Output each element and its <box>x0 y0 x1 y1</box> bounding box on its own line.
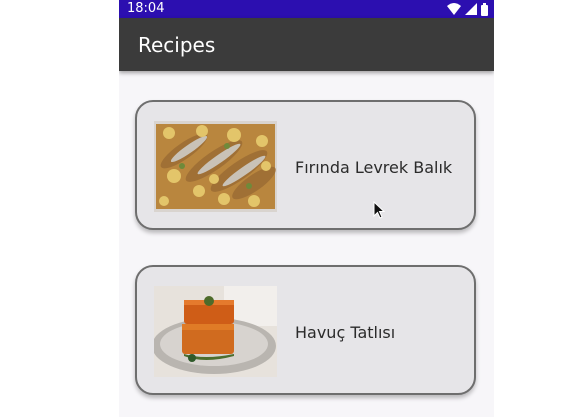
recipe-title: Havuç Tatlısı <box>295 323 396 342</box>
app-bar: Recipes <box>119 18 494 71</box>
recipe-card[interactable]: Fırında Levrek Balık <box>135 100 476 230</box>
status-bar: 18:04 <box>119 0 494 18</box>
app-title: Recipes <box>138 33 216 57</box>
recipe-image-baked-fish <box>154 121 277 212</box>
battery-icon <box>481 2 488 16</box>
signal-icon <box>465 3 477 15</box>
recipe-image-carrot-dessert <box>154 286 277 377</box>
recipe-card[interactable]: Havuç Tatlısı <box>135 265 476 395</box>
status-icons <box>447 2 488 16</box>
mouse-cursor-icon <box>373 201 385 219</box>
phone-screen: 18:04 Recipes Fırında Levrek Balık Havuç… <box>119 0 494 417</box>
status-time: 18:04 <box>127 1 165 16</box>
wifi-icon <box>447 3 461 15</box>
recipe-title: Fırında Levrek Balık <box>295 158 453 177</box>
